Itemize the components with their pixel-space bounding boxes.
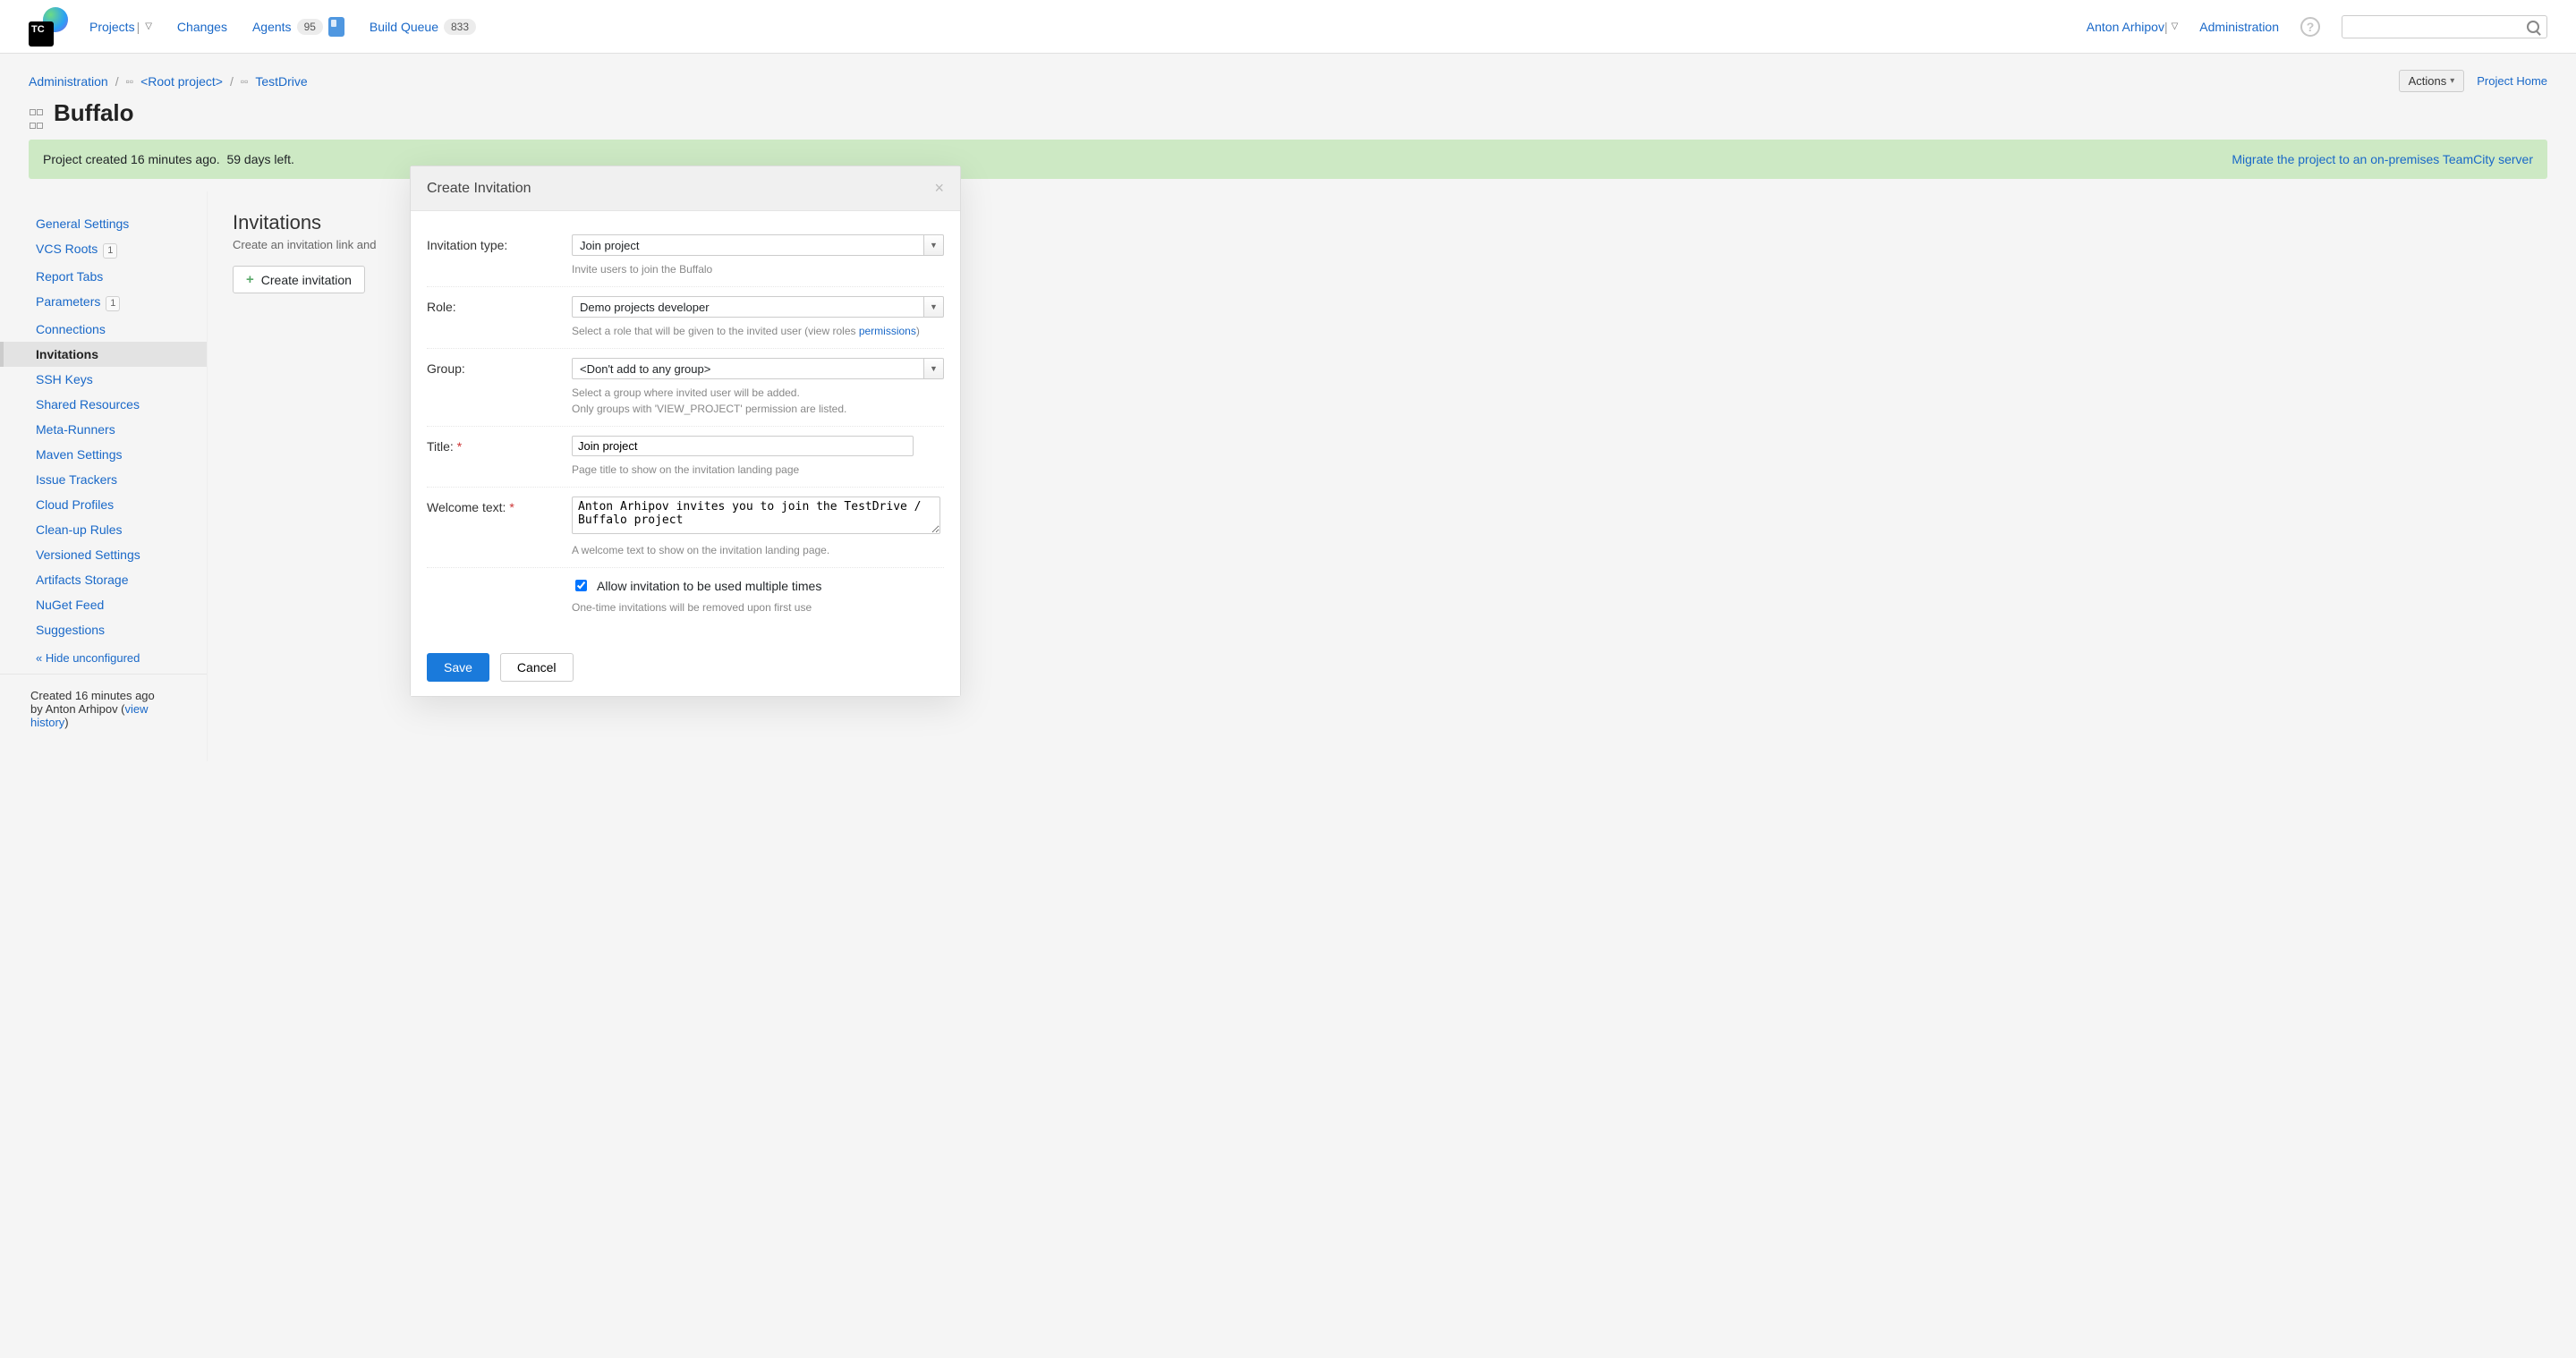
invitation-type-label: Invitation type: xyxy=(427,234,561,277)
notice-text: Project created 16 minutes ago. xyxy=(43,152,220,166)
sidebar-item-suggestions[interactable]: Suggestions xyxy=(0,617,207,642)
project-icon: ▫▫ xyxy=(241,75,249,88)
chevron-down-icon: ▾ xyxy=(2450,76,2454,86)
project-grid-icon xyxy=(29,106,45,122)
sidebar-item-cloud-profiles[interactable]: Cloud Profiles xyxy=(0,492,207,517)
sidebar-item-nuget-feed[interactable]: NuGet Feed xyxy=(0,592,207,617)
sidebar-item-connections[interactable]: Connections xyxy=(0,317,207,342)
multi-use-hint: One-time invitations will be removed upo… xyxy=(572,599,944,615)
welcome-hint: A welcome text to show on the invitation… xyxy=(572,542,944,558)
nav-projects[interactable]: Projects|▽ xyxy=(89,20,152,34)
sidebar-item-versioned-settings[interactable]: Versioned Settings xyxy=(0,542,207,567)
sidebar-item-ssh-keys[interactable]: SSH Keys xyxy=(0,367,207,392)
invitation-type-hint: Invite users to join the Buffalo xyxy=(572,261,944,277)
nav-agents[interactable]: Agents 95 xyxy=(252,17,344,37)
welcome-label: Welcome text: * xyxy=(427,497,561,558)
sidebar-item-clean-up-rules[interactable]: Clean-up Rules xyxy=(0,517,207,542)
project-home-link[interactable]: Project Home xyxy=(2477,74,2547,88)
actions-button[interactable]: Actions▾ xyxy=(2399,70,2465,92)
sidebar-item-shared-resources[interactable]: Shared Resources xyxy=(0,392,207,417)
page-title: Buffalo xyxy=(54,99,134,127)
teamcity-logo[interactable]: TC xyxy=(29,7,68,47)
search-input[interactable] xyxy=(2342,15,2547,38)
project-icon: ▫▫ xyxy=(126,75,134,88)
notice-bar: Project created 16 minutes ago. 59 days … xyxy=(29,140,2547,179)
nav-changes[interactable]: Changes xyxy=(177,20,227,34)
breadcrumb-admin[interactable]: Administration xyxy=(29,74,108,89)
help-icon[interactable]: ? xyxy=(2300,17,2320,37)
agents-count-badge: 95 xyxy=(297,19,323,35)
role-hint: Select a role that will be given to the … xyxy=(572,323,944,339)
multi-use-checkbox[interactable] xyxy=(575,580,587,591)
create-invitation-modal: Create Invitation × Invitation type: Joi… xyxy=(410,166,961,697)
close-icon[interactable]: × xyxy=(934,179,944,198)
cancel-button[interactable]: Cancel xyxy=(500,653,574,682)
topbar: TC Projects|▽ Changes Agents 95 Build Qu… xyxy=(0,0,2576,54)
chevron-down-icon: ▼ xyxy=(930,241,938,250)
role-select[interactable]: Demo projects developer ▼ xyxy=(572,296,944,318)
group-select[interactable]: <Don't add to any group> ▼ xyxy=(572,358,944,379)
sidebar-item-parameters[interactable]: Parameters1 xyxy=(0,289,207,317)
sidebar-footer: Created 16 minutes ago by Anton Arhipov … xyxy=(0,674,207,743)
user-menu[interactable]: Anton Arhipov|▽ xyxy=(2087,20,2179,34)
breadcrumb: Administration/ ▫▫ <Root project>/ ▫▫ Te… xyxy=(29,74,308,89)
sidebar-item-vcs-roots[interactable]: VCS Roots1 xyxy=(0,236,207,264)
pin-icon[interactable] xyxy=(328,17,344,37)
group-label: Group: xyxy=(427,358,561,417)
chevron-down-icon: ▼ xyxy=(930,364,938,373)
sidebar-item-general-settings[interactable]: General Settings xyxy=(0,211,207,236)
welcome-text-input[interactable] xyxy=(572,497,940,534)
sidebar-item-meta-runners[interactable]: Meta-Runners xyxy=(0,417,207,442)
search-icon xyxy=(2527,21,2539,33)
title-input[interactable] xyxy=(572,436,914,456)
sidebar-badge: 1 xyxy=(103,243,117,259)
notice-days-left: 59 days left. xyxy=(226,152,294,166)
chevron-down-icon: ▼ xyxy=(930,302,938,311)
create-invitation-button[interactable]: + Create invitation xyxy=(233,266,365,293)
queue-count-badge: 833 xyxy=(444,19,476,35)
chevron-down-icon: ▽ xyxy=(2172,21,2179,31)
save-button[interactable]: Save xyxy=(427,653,489,682)
sidebar-item-artifacts-storage[interactable]: Artifacts Storage xyxy=(0,567,207,592)
role-label: Role: xyxy=(427,296,561,339)
sidebar-item-issue-trackers[interactable]: Issue Trackers xyxy=(0,467,207,492)
permissions-link[interactable]: permissions xyxy=(859,325,916,337)
plus-icon: + xyxy=(246,272,254,287)
hide-unconfigured-link[interactable]: « Hide unconfigured xyxy=(36,651,140,665)
breadcrumb-root[interactable]: <Root project> xyxy=(140,74,223,89)
nav-build-queue[interactable]: Build Queue 833 xyxy=(370,19,476,35)
sidebar-badge: 1 xyxy=(106,296,120,311)
multi-use-label: Allow invitation to be used multiple tim… xyxy=(597,579,821,593)
sidebar: General SettingsVCS Roots1Report TabsPar… xyxy=(0,191,208,761)
topnav: Projects|▽ Changes Agents 95 Build Queue… xyxy=(89,17,476,37)
migrate-link[interactable]: Migrate the project to an on-premises Te… xyxy=(2232,152,2533,166)
title-label: Title: * xyxy=(427,436,561,478)
chevron-down-icon: ▽ xyxy=(145,21,152,31)
modal-title: Create Invitation xyxy=(427,181,531,197)
group-hint: Select a group where invited user will b… xyxy=(572,385,944,417)
sidebar-item-report-tabs[interactable]: Report Tabs xyxy=(0,264,207,289)
invitation-type-select[interactable]: Join project ▼ xyxy=(572,234,944,256)
sidebar-item-maven-settings[interactable]: Maven Settings xyxy=(0,442,207,467)
title-hint: Page title to show on the invitation lan… xyxy=(572,462,944,478)
sidebar-item-invitations[interactable]: Invitations xyxy=(0,342,207,367)
nav-administration[interactable]: Administration xyxy=(2199,20,2279,34)
breadcrumb-project[interactable]: TestDrive xyxy=(255,74,307,89)
